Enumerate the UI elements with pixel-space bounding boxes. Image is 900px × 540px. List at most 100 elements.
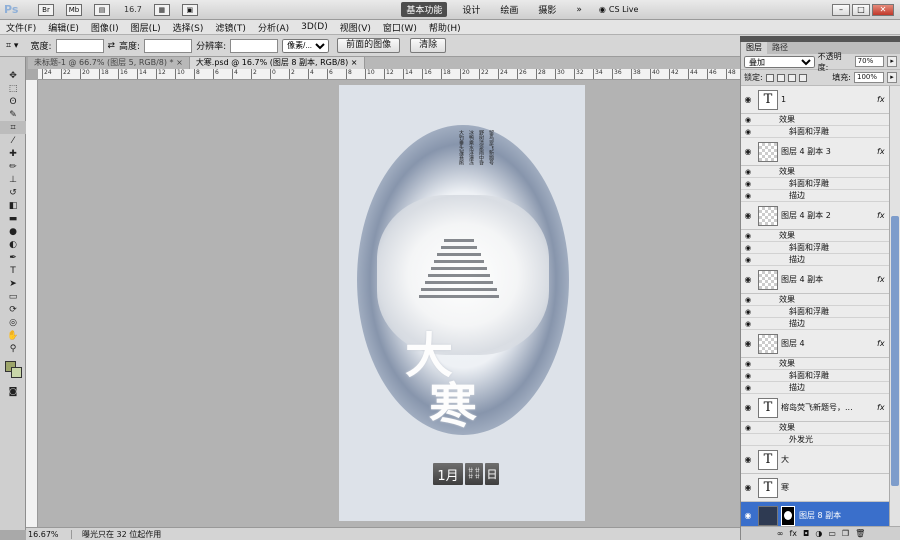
fx-icon[interactable]: fx [877, 147, 889, 156]
menu-image[interactable]: 图像(I) [85, 21, 125, 34]
eye-icon[interactable]: ◉ [741, 308, 755, 316]
adjustment-layer-icon[interactable]: ◑ [815, 529, 822, 538]
eye-icon[interactable]: ◉ [741, 455, 755, 464]
move-tool-icon[interactable]: ✥ [0, 69, 26, 82]
add-style-icon[interactable]: fx [789, 529, 797, 538]
eraser-tool-icon[interactable]: ◧ [0, 199, 26, 212]
effect-stroke-row[interactable]: ◉ 描边 [741, 382, 889, 394]
eye-icon[interactable]: ◉ [741, 147, 755, 156]
menu-file[interactable]: 文件(F) [0, 21, 42, 34]
bridge-icon[interactable]: Br [38, 3, 54, 16]
eye-icon[interactable]: ◉ [741, 339, 755, 348]
tab-layers[interactable]: 图层 [741, 42, 767, 54]
tab-dahan-psd[interactable]: 大寒.psd @ 16.7% (图层 8 副本, RGB/8) × [189, 57, 365, 69]
eye-icon[interactable]: ◉ [741, 275, 755, 284]
eye-icon[interactable]: ◉ [741, 211, 755, 220]
lock-image-icon[interactable] [776, 73, 785, 82]
menu-filter[interactable]: 滤镜(T) [209, 21, 252, 34]
resolution-input[interactable] [230, 38, 279, 53]
maximize-button[interactable]: □ [851, 3, 870, 16]
menu-analysis[interactable]: 分析(A) [252, 21, 295, 34]
menu-view[interactable]: 视图(V) [334, 21, 377, 34]
swap-icon[interactable]: ⇄ [108, 41, 116, 51]
eye-icon[interactable]: ◉ [741, 116, 755, 124]
quick-mask-icon[interactable]: ◙ [0, 385, 26, 398]
front-image-button[interactable]: 前面的图像 [337, 38, 401, 53]
link-layers-icon[interactable]: ∞ [777, 529, 784, 538]
history-brush-tool-icon[interactable]: ↺ [0, 186, 26, 199]
effects-row[interactable]: ◉ 效果 [741, 422, 889, 434]
quick-select-tool-icon[interactable]: ✎ [0, 108, 26, 121]
effect-bevel-row[interactable]: ◉ 斜面和浮雕 [741, 242, 889, 254]
pen-tool-icon[interactable]: ✒ [0, 251, 26, 264]
effect-bevel-row[interactable]: ◉ 斜面和浮雕 [741, 126, 889, 138]
eye-icon[interactable]: ◉ [741, 168, 755, 176]
fx-icon[interactable]: fx [877, 275, 889, 284]
path-selection-tool-icon[interactable]: ➤ [0, 277, 26, 290]
effect-stroke-row[interactable]: ◉ 描边 [741, 190, 889, 202]
fill-input[interactable]: 100% [854, 72, 884, 83]
lock-transparent-icon[interactable] [765, 73, 774, 82]
view-extras-icon[interactable]: ▤ [94, 3, 110, 16]
eye-icon[interactable]: ◉ [741, 372, 755, 380]
layer-row[interactable]: ◉ T 1 fx [741, 86, 889, 114]
new-layer-icon[interactable]: ❐ [842, 529, 849, 538]
clone-stamp-tool-icon[interactable]: ⊥ [0, 173, 26, 186]
new-group-icon[interactable]: ▭ [828, 529, 836, 538]
menu-window[interactable]: 窗口(W) [377, 21, 423, 34]
type-tool-icon[interactable]: T [0, 264, 26, 277]
fx-icon[interactable]: fx [877, 211, 889, 220]
effect-stroke-row[interactable]: ◉ 描边 [741, 318, 889, 330]
layer-row[interactable]: ◉ 图层 4 fx [741, 330, 889, 358]
crop-tool-icon[interactable]: ⌗ ▾ [6, 41, 18, 51]
mini-bridge-icon[interactable]: Mb [66, 3, 82, 16]
zoom-tool-icon[interactable]: ⚲ [0, 342, 26, 355]
eye-icon[interactable]: ◉ [741, 192, 755, 200]
effects-row[interactable]: ◉ 效果 [741, 114, 889, 126]
layer-row[interactable]: ◉ T 大 [741, 446, 889, 474]
tab-untitled-1[interactable]: 未标题-1 @ 66.7% (图层 5, RGB/8) * × [28, 57, 190, 69]
3d-orbit-tool-icon[interactable]: ◎ [0, 316, 26, 329]
eye-icon[interactable]: ◉ [741, 320, 755, 328]
more-workspaces-button[interactable]: » [571, 4, 587, 16]
opacity-arrow-icon[interactable]: ▸ [887, 56, 898, 67]
effects-row[interactable]: ◉ 效果 [741, 166, 889, 178]
dodge-tool-icon[interactable]: ◐ [0, 238, 26, 251]
eye-icon[interactable]: ◉ [741, 483, 755, 492]
eye-icon[interactable]: ◉ [741, 95, 755, 104]
eye-icon[interactable]: ◉ [741, 232, 755, 240]
crop-tool-icon[interactable]: ⌗ [0, 121, 26, 134]
layer-row-selected[interactable]: ◉ 图层 8 副本 [741, 502, 889, 526]
eye-icon[interactable]: ◉ [741, 360, 755, 368]
marquee-tool-icon[interactable]: ⬚ [0, 82, 26, 95]
healing-brush-tool-icon[interactable]: ✚ [0, 147, 26, 160]
menu-help[interactable]: 帮助(H) [423, 21, 467, 34]
eye-icon[interactable]: ◉ [741, 256, 755, 264]
workspace-design[interactable]: 设计 [457, 2, 485, 17]
effect-bevel-row[interactable]: ◉ 斜面和浮雕 [741, 178, 889, 190]
hand-tool-icon[interactable]: ✋ [0, 329, 26, 342]
layers-scrollbar[interactable] [889, 86, 900, 526]
eyedropper-tool-icon[interactable]: ⁄ [0, 134, 26, 147]
arrange-documents-icon[interactable]: ▦ [153, 3, 170, 16]
status-zoom[interactable]: 16.67% [26, 529, 72, 539]
workspace-painting[interactable]: 绘画 [495, 2, 523, 17]
close-button[interactable]: ✕ [871, 3, 894, 16]
menu-layer[interactable]: 图层(L) [125, 21, 167, 34]
effects-row[interactable]: ◉ 效果 [741, 294, 889, 306]
layer-row[interactable]: ◉ T 榕岛荧飞新题号，... fx [741, 394, 889, 422]
eye-icon[interactable]: ◉ [741, 384, 755, 392]
lasso-tool-icon[interactable]: ʘ [0, 95, 26, 108]
fx-icon[interactable]: fx [877, 403, 889, 412]
cs-live-button[interactable]: ◉ CS Live [599, 5, 639, 14]
effects-row[interactable]: ◉ 效果 [741, 358, 889, 370]
blend-mode-select[interactable]: 叠加 [744, 55, 815, 68]
layer-row[interactable]: ◉ 图层 4 副本 fx [741, 266, 889, 294]
clear-button[interactable]: 清除 [410, 38, 447, 53]
add-mask-icon[interactable]: ◘ [803, 529, 809, 538]
eye-icon[interactable]: ◉ [741, 296, 755, 304]
canvas-area[interactable]: 留鸟翠飞新题号 野树清泉雨中昏 冰鸭乘水浮瀑冻 大钓垂头凝衰鹃 大 寒 1月 廿… [38, 80, 740, 527]
eye-icon[interactable]: ◉ [741, 244, 755, 252]
gradient-tool-icon[interactable]: ▬ [0, 212, 26, 225]
layer-row[interactable]: ◉ T 寒 [741, 474, 889, 502]
